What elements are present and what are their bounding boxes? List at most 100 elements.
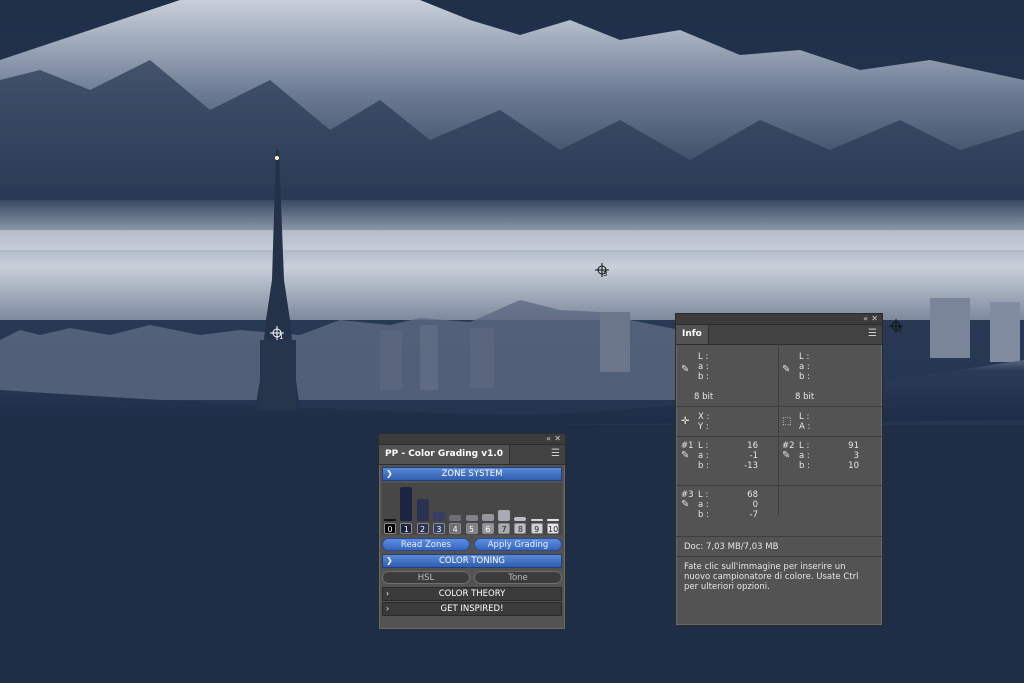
collapse-icon[interactable]: «: [863, 314, 868, 324]
section-zone-system-label: ZONE SYSTEM: [441, 469, 503, 479]
zone-button-3[interactable]: 3: [432, 523, 445, 534]
sampler-1-a: -1: [749, 451, 758, 461]
crosshair-icon: ✛: [681, 416, 690, 427]
lab-label: a :: [799, 362, 810, 372]
chevron-down-icon: ❯: [386, 556, 393, 565]
l-label: L :: [799, 412, 810, 422]
sampler-2-label: 2: [898, 326, 903, 334]
zone-bar-2: [416, 499, 429, 521]
panel-tabbar: PP - Color Grading v1.0 ☰: [379, 445, 565, 465]
zone-button-6[interactable]: 6: [481, 523, 494, 534]
divider: [778, 344, 779, 516]
sampler-2-b: 10: [848, 461, 859, 471]
zone-bar-3: [432, 512, 445, 521]
sampler-1-b: -13: [744, 461, 758, 471]
zone-button-4[interactable]: 4: [449, 523, 462, 534]
sampler-3-l: 68: [747, 490, 758, 500]
lab-readout-right: L : a : b :: [799, 352, 810, 382]
lab-label: b :: [799, 372, 810, 382]
zone-button-10[interactable]: 10: [547, 523, 559, 534]
section-color-theory-label: COLOR THEORY: [438, 589, 506, 599]
a-label: A :: [799, 422, 811, 432]
zone-bar-0: [384, 519, 396, 521]
zone-bar-9: [530, 518, 543, 521]
xy-readout: X : Y :: [698, 412, 709, 432]
zone-button-2[interactable]: 2: [416, 523, 429, 534]
panel-menu-icon[interactable]: ☰: [551, 449, 560, 459]
collapse-icon[interactable]: «: [546, 434, 551, 444]
sampler-3-a: 0: [752, 500, 758, 510]
section-zone-system[interactable]: ❯ ZONE SYSTEM: [382, 467, 562, 481]
zone-histogram: 0 1 2 3 4 5 6 7 8 9 10: [382, 483, 562, 535]
la-readout: L : A :: [799, 412, 810, 432]
hsl-button[interactable]: HSL: [382, 571, 470, 584]
lab-label: L :: [799, 352, 810, 362]
close-icon[interactable]: ✕: [554, 434, 561, 444]
divider: [676, 485, 882, 486]
doc-size: Doc: 7,03 MB/7,03 MB: [684, 542, 779, 552]
sampler-1-l: 16: [747, 441, 758, 451]
sampler-3-b: -7: [749, 510, 758, 520]
color-grading-panel: « ✕ PP - Color Grading v1.0 ☰ ❯ ZONE SYS…: [378, 433, 566, 630]
zone-button-9[interactable]: 9: [530, 523, 543, 534]
sampler-1-label: 1: [279, 333, 284, 341]
chevron-right-icon: ›: [386, 604, 390, 613]
sampler-2-readout: L : a : b : 91 3 10: [799, 441, 863, 471]
info-panel: « ✕ Info ☰ ✎ L : a : b : ✎ L : a : b : 8…: [675, 313, 883, 626]
selection-size-icon: ⬚: [782, 416, 792, 427]
zone-button-5[interactable]: 5: [465, 523, 478, 534]
sampler-3-label: 3: [603, 270, 608, 278]
sampler-3-marker[interactable]: 3: [595, 262, 609, 278]
close-icon[interactable]: ✕: [871, 314, 878, 324]
lab-label: L :: [698, 352, 709, 362]
info-body: ✎ L : a : b : ✎ L : a : b : 8 bit 8 bit …: [676, 344, 882, 625]
section-get-inspired-label: GET INSPIRED!: [440, 604, 504, 614]
lab-readout-left: L : a : b :: [698, 352, 709, 382]
chevron-down-icon: ❯: [386, 469, 393, 478]
panel-titlebar[interactable]: « ✕: [676, 314, 882, 325]
divider: [676, 556, 882, 557]
sampler-1-readout: L : a : b : 16 -1 -13: [698, 441, 762, 471]
section-color-theory[interactable]: › COLOR THEORY: [382, 587, 562, 601]
sampler-2-a: 3: [853, 451, 859, 461]
divider: [676, 436, 882, 437]
eyedropper-icon: ✎: [782, 364, 791, 375]
panel-tabbar: Info ☰: [676, 325, 882, 345]
lab-label: b :: [698, 372, 709, 382]
section-get-inspired[interactable]: › GET INSPIRED!: [382, 602, 562, 616]
panel-menu-icon[interactable]: ☰: [868, 329, 877, 339]
divider: [676, 536, 882, 537]
zone-bar-6: [481, 513, 494, 521]
eyedropper-icon: ✎: [782, 450, 791, 461]
zone-button-7[interactable]: 7: [498, 523, 511, 534]
bit-depth-right: 8 bit: [795, 392, 815, 402]
lab-label: a :: [698, 362, 709, 372]
info-hint: Fate clic sull'immagine per inserire un …: [684, 562, 859, 592]
zone-button-1[interactable]: 1: [400, 523, 413, 534]
apply-grading-button[interactable]: Apply Grading: [474, 538, 562, 551]
zone-buttons: Read Zones Apply Grading: [382, 538, 562, 551]
zone-bar-8: [514, 516, 527, 521]
zone-button-0[interactable]: 0: [384, 523, 396, 534]
section-color-toning[interactable]: ❯ COLOR TONING: [382, 554, 562, 568]
tone-button[interactable]: Tone: [474, 571, 562, 584]
tab-color-grading[interactable]: PP - Color Grading v1.0: [379, 445, 511, 464]
bit-depth-left: 8 bit: [694, 392, 714, 402]
zone-bar-4: [449, 514, 462, 521]
zone-button-8[interactable]: 8: [514, 523, 527, 534]
zone-bar-5: [465, 514, 478, 521]
y-label: Y :: [698, 422, 709, 432]
chevron-right-icon: ›: [386, 589, 390, 598]
tab-info[interactable]: Info: [676, 325, 709, 344]
eyedropper-icon: ✎: [681, 364, 690, 375]
zone-bar-7: [498, 510, 511, 521]
panel-titlebar[interactable]: « ✕: [379, 434, 565, 445]
zone-bar-1: [400, 486, 413, 521]
zone-bar-10: [547, 518, 559, 521]
sampler-2-marker[interactable]: 2: [889, 318, 903, 334]
x-label: X :: [698, 412, 710, 422]
read-zones-button[interactable]: Read Zones: [382, 538, 470, 551]
eyedropper-icon: ✎: [681, 450, 690, 461]
sampler-1-marker[interactable]: 1: [270, 325, 284, 341]
sampler-3-readout: L : a : b : 68 0 -7: [698, 490, 762, 520]
